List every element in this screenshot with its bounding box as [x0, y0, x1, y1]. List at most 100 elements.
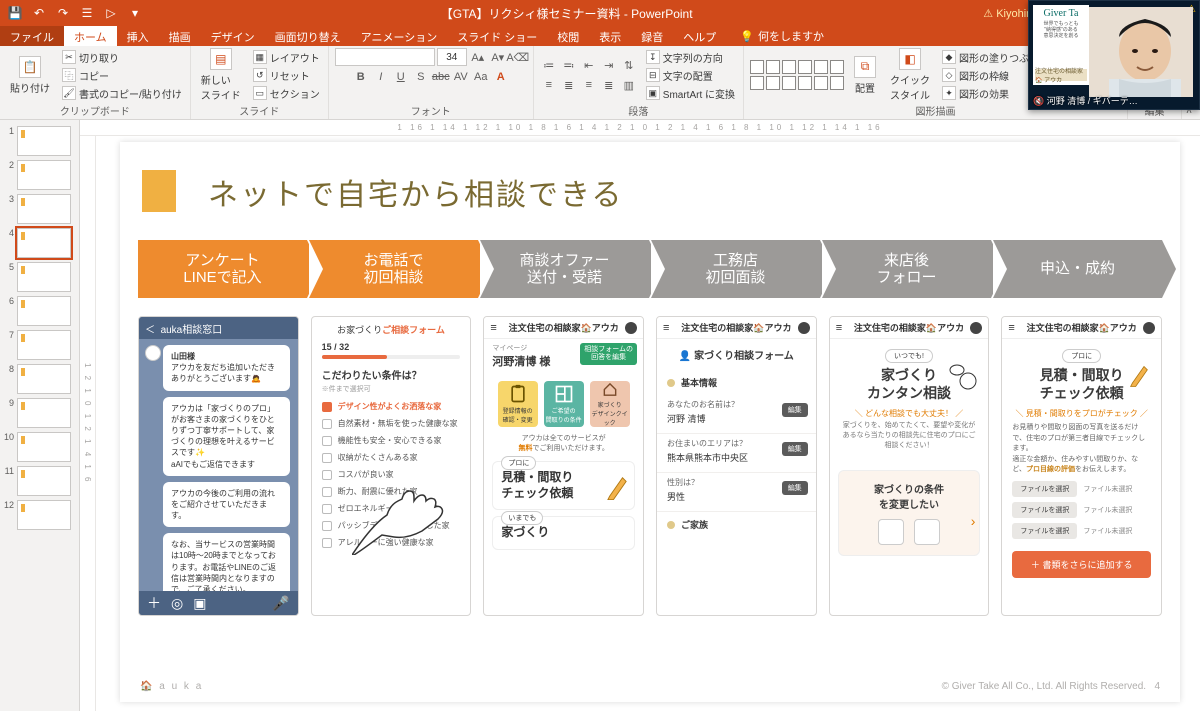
house-icon	[600, 381, 620, 398]
chevron-step[interactable]: お電話で初回相談	[309, 240, 478, 298]
paste-button[interactable]: 📋 貼り付け	[6, 56, 54, 95]
shadow-button[interactable]: S	[412, 68, 430, 86]
save-icon[interactable]: 💾	[6, 4, 24, 22]
slide-canvas[interactable]: ネットで自宅から相談できる アンケートLINEで記入お電話で初回相談商談オファー…	[120, 142, 1180, 702]
font-size-select[interactable]: 34	[437, 48, 467, 66]
line-spacing-icon[interactable]: ⇅	[620, 56, 638, 74]
indent-dec-icon[interactable]: ⇤	[580, 56, 598, 74]
slide-thumb[interactable]: 8	[0, 362, 79, 396]
slide-title[interactable]: ネットで自宅から相談できる	[208, 170, 1162, 214]
italic-button[interactable]: I	[372, 68, 390, 86]
shape-outline-button[interactable]: ◇図形の枠線	[940, 67, 1041, 84]
quick-styles-button[interactable]: ◧クイック スタイル	[886, 48, 934, 102]
process-chevrons[interactable]: アンケートLINEで記入お電話で初回相談商談オファー送付・受諾工務店初回面談来店…	[138, 240, 1162, 298]
doc-strip: 注文住宅の相談家 🏠 アウカ	[1035, 69, 1087, 81]
slide-edit-area[interactable]: 1 16 1 14 1 12 1 10 1 8 1 6 1 4 1 2 1 0 …	[80, 120, 1200, 711]
copy-button[interactable]: ⿻コピー	[60, 67, 184, 84]
shape-fill-button[interactable]: ◆図形の塗りつぶし	[940, 49, 1041, 66]
section-family: ご家族	[657, 512, 816, 537]
survey-option: デザイン性がよくお洒落な家	[322, 398, 461, 415]
reset-button[interactable]: ↺リセット	[251, 67, 322, 84]
font-family-select[interactable]	[335, 48, 435, 66]
slide-thumb[interactable]: 5	[0, 260, 79, 294]
shape-gallery[interactable]	[750, 60, 844, 90]
tab-design[interactable]: デザイン	[201, 26, 265, 46]
group-label-slides: スライド	[197, 102, 322, 119]
text-direction-button[interactable]: ↧文字列の方向	[644, 49, 737, 66]
checkbox-icon	[322, 538, 332, 548]
tab-insert[interactable]: 挿入	[117, 26, 159, 46]
slide-thumb[interactable]: 10	[0, 430, 79, 464]
slide-thumb[interactable]: 6	[0, 294, 79, 328]
smartart-button[interactable]: ▣SmartArt に変換	[644, 85, 737, 102]
align-center-icon[interactable]: ≣	[560, 76, 578, 94]
case-button[interactable]: Aa	[472, 68, 490, 86]
tab-home[interactable]: ホーム	[64, 26, 117, 46]
underline-button[interactable]: U	[392, 68, 410, 86]
layout-button[interactable]: ▦レイアウト	[251, 49, 322, 66]
chevron-step[interactable]: 申込・成約	[993, 240, 1162, 298]
start-icon[interactable]: ▷	[102, 4, 120, 22]
arrange-button[interactable]: ⧉配置	[850, 56, 880, 95]
cut-button[interactable]: ✂切り取り	[60, 49, 184, 66]
reset-icon: ↺	[253, 68, 267, 82]
tab-draw[interactable]: 描画	[159, 26, 201, 46]
font-color-button[interactable]: A	[492, 68, 510, 86]
tab-view[interactable]: 表示	[589, 26, 631, 46]
align-right-icon[interactable]: ≡	[580, 76, 598, 94]
text-align-button[interactable]: ⊟文字の配置	[644, 67, 737, 84]
tab-review[interactable]: 校閲	[547, 26, 589, 46]
chevron-step[interactable]: 来店後フォロー	[822, 240, 991, 298]
slide-thumb[interactable]: 11	[0, 464, 79, 498]
tab-record[interactable]: 録音	[631, 26, 673, 46]
slide-thumb[interactable]: 2	[0, 158, 79, 192]
bullets-icon[interactable]: ≔	[540, 56, 558, 74]
title-accent-block	[142, 170, 176, 212]
char-spacing-button[interactable]: AV	[452, 68, 470, 86]
tab-transitions[interactable]: 画面切り替え	[265, 26, 351, 46]
consult-tag: いつでも!	[885, 349, 933, 363]
copy-icon: ⿻	[62, 68, 76, 82]
thumbnail-pane[interactable]: 123456789101112	[0, 120, 80, 711]
redo-icon[interactable]: ↷	[54, 4, 72, 22]
slide-thumb[interactable]: 9	[0, 396, 79, 430]
slide-thumb[interactable]: 1	[0, 124, 79, 158]
video-participant-tile[interactable]: ⚠ Giver Ta 世界でもっとも"納得感"のある意思決定を創る 注文住宅の相…	[1028, 0, 1200, 110]
increase-font-icon[interactable]: A▴	[469, 48, 487, 66]
align-left-icon[interactable]: ≡	[540, 76, 558, 94]
tab-help[interactable]: ヘルプ	[673, 26, 726, 46]
touch-mode-icon[interactable]: ☰	[78, 4, 96, 22]
shape-effects-button[interactable]: ✦図形の効果	[940, 85, 1041, 102]
qat-more-icon[interactable]: ▾	[126, 4, 144, 22]
chevron-step[interactable]: 工務店初回面談	[651, 240, 820, 298]
section-button[interactable]: ▭セクション	[251, 85, 322, 102]
tell-me-search[interactable]: 💡 何をしますか	[740, 26, 824, 46]
slide-thumb[interactable]: 3	[0, 192, 79, 226]
columns-icon[interactable]: ▥	[620, 76, 638, 94]
chevron-step[interactable]: アンケートLINEで記入	[138, 240, 307, 298]
person-icon: 👤	[679, 351, 691, 362]
ruler-vertical: 1 2 1 0 1 2 1 4 1 6	[80, 136, 96, 711]
bold-button[interactable]: B	[352, 68, 370, 86]
tab-slideshow[interactable]: スライド ショー	[447, 26, 547, 46]
slide-thumb[interactable]: 7	[0, 328, 79, 362]
chevron-step[interactable]: 商談オファー送付・受諾	[480, 240, 649, 298]
tab-file[interactable]: ファイル	[0, 26, 64, 46]
slide-thumb[interactable]: 4	[0, 226, 79, 260]
checkbox-icon	[322, 453, 332, 463]
numbering-icon[interactable]: ≕	[560, 56, 578, 74]
quick-access-toolbar: 💾 ↶ ↷ ☰ ▷ ▾	[0, 4, 150, 22]
justify-icon[interactable]: ≣	[600, 76, 618, 94]
icon-grid: 登録情報の 確認・変更 ご希望の 間取りの条件 家づくり デザインクイック	[484, 381, 643, 427]
format-painter-button[interactable]: 🖌書式のコピー/貼り付け	[60, 85, 184, 102]
new-slide-button[interactable]: ▤ 新しい スライド	[197, 48, 245, 102]
strike-button[interactable]: abc	[432, 68, 450, 86]
clear-format-icon[interactable]: A⌫	[509, 48, 527, 66]
speech-person-icon	[948, 361, 978, 391]
tab-animation[interactable]: アニメーション	[351, 26, 448, 46]
slide-thumb[interactable]: 12	[0, 498, 79, 532]
mic-icon: 🎤	[272, 595, 289, 612]
indent-inc-icon[interactable]: ⇥	[600, 56, 618, 74]
undo-icon[interactable]: ↶	[30, 4, 48, 22]
decrease-font-icon[interactable]: A▾	[489, 48, 507, 66]
